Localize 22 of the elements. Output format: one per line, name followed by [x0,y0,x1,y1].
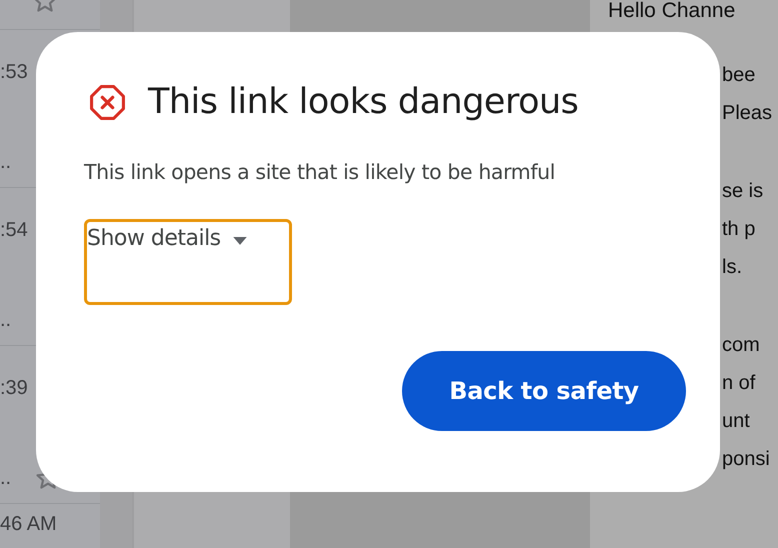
body-text-line: unt [722,409,751,434]
caret-icon [232,237,247,246]
body-text-line: Pleas [722,101,774,126]
dialog-description: This link opens a site that is likely to be harmful [84,160,556,184]
message-snippet: .. [0,310,12,330]
message-time: 46 AM [0,512,58,536]
show-details-button[interactable]: Show details [84,219,292,305]
body-text-line: th p [722,217,756,242]
body-text-line: bee [722,63,756,88]
body-text-line: ponsi [722,447,771,472]
back-to-safety-button[interactable]: Back to safety [402,351,686,431]
body-text-line: se is [722,179,764,204]
danger-icon [89,84,126,120]
message-time: :53 [0,60,29,84]
message-snippet: .. [0,152,12,172]
dialog-title: This link looks dangerous [148,82,578,122]
body-text-line: com [722,333,761,358]
body-text-line: n of [722,371,756,396]
message-time: :39 [0,376,29,400]
greeting-text: Hello Channe [607,0,736,22]
body-text-line: ls. [722,255,743,280]
message-snippet: .. [0,468,12,488]
